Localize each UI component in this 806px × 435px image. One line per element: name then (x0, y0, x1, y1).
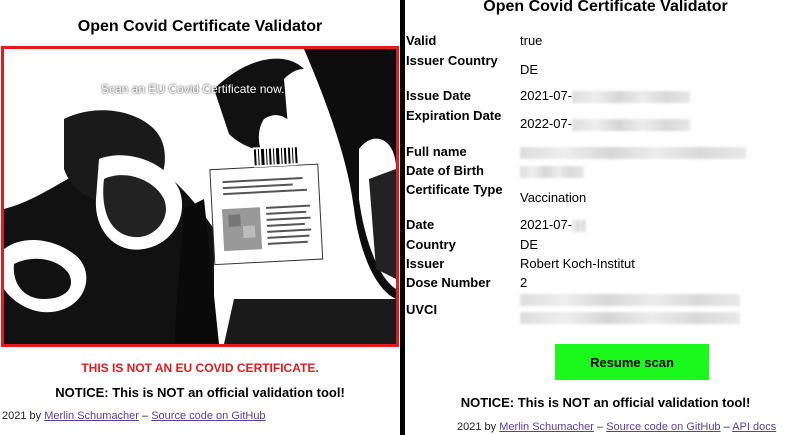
error-message: THIS IS NOT AN EU COVID CERTIFICATE. (81, 361, 319, 375)
field-value (520, 144, 746, 160)
source-code-link[interactable]: Source code on GitHub (151, 410, 265, 422)
resume-scan-button[interactable]: Resume scan (555, 344, 709, 380)
field-label: Expiration Date (406, 108, 502, 123)
field-value (520, 294, 740, 324)
footer: 2021 by Merlin Schumacher – Source code … (2, 410, 266, 422)
field-value: 2021-07- (520, 217, 587, 233)
camera-view: Scan an EU Covid Certificate now. (1, 46, 399, 347)
redacted-value (572, 219, 587, 232)
page-title: Open Covid Certificate Validator (483, 0, 728, 15)
field-value: Robert Koch-Institut (520, 256, 635, 271)
field-label: Country (406, 237, 456, 252)
notice-text: NOTICE: This is NOT an official validati… (55, 385, 345, 400)
redacted-value (520, 165, 584, 178)
author-link[interactable]: Merlin Schumacher (44, 410, 139, 422)
field-label: Full name (406, 144, 467, 159)
footer-separator: – (720, 421, 733, 433)
field-value (520, 163, 584, 179)
source-code-link[interactable]: Source code on GitHub (606, 421, 720, 433)
footer: 2021 by Merlin Schumacher – Source code … (457, 421, 776, 433)
field-label: Dose Number (406, 275, 491, 290)
field-label: Date (406, 217, 435, 232)
field-label: Certificate Type (406, 182, 503, 197)
api-docs-link[interactable]: API docs (732, 421, 776, 433)
field-label: Issue Date (406, 88, 472, 103)
author-link[interactable]: Merlin Schumacher (499, 421, 594, 433)
redacted-value (520, 146, 746, 159)
left-panel: Open Covid Certificate Validator Scan an… (0, 0, 400, 435)
field-label: Issuer Country (406, 53, 498, 68)
field-value: true (520, 33, 543, 48)
page-title: Open Covid Certificate Validator (77, 18, 323, 35)
field-label: UVCI (406, 302, 438, 317)
footer-separator: – (593, 421, 607, 433)
notice-text: NOTICE: This is NOT an official validati… (460, 395, 751, 410)
redacted-value (520, 312, 740, 324)
footer-separator: – (138, 410, 152, 422)
field-value: DE (520, 237, 539, 252)
field-value: 2022-07- (520, 116, 691, 132)
redacted-value (572, 118, 691, 131)
redacted-value (572, 90, 691, 103)
scan-prompt: Scan an EU Covid Certificate now. (101, 82, 285, 96)
footer-prefix: 2021 by (457, 421, 500, 433)
right-panel: Open Covid Certificate Validator Valid t… (405, 0, 806, 435)
redacted-value (520, 294, 740, 306)
field-label: Issuer (406, 256, 445, 271)
field-value: Vaccination (520, 190, 587, 205)
footer-prefix: 2021 by (2, 410, 45, 422)
field-label: Valid (406, 33, 437, 48)
field-value: 2021-07- (520, 88, 691, 104)
field-value: 2 (520, 275, 528, 290)
field-label: Date of Birth (406, 163, 484, 178)
field-value: DE (520, 62, 539, 77)
